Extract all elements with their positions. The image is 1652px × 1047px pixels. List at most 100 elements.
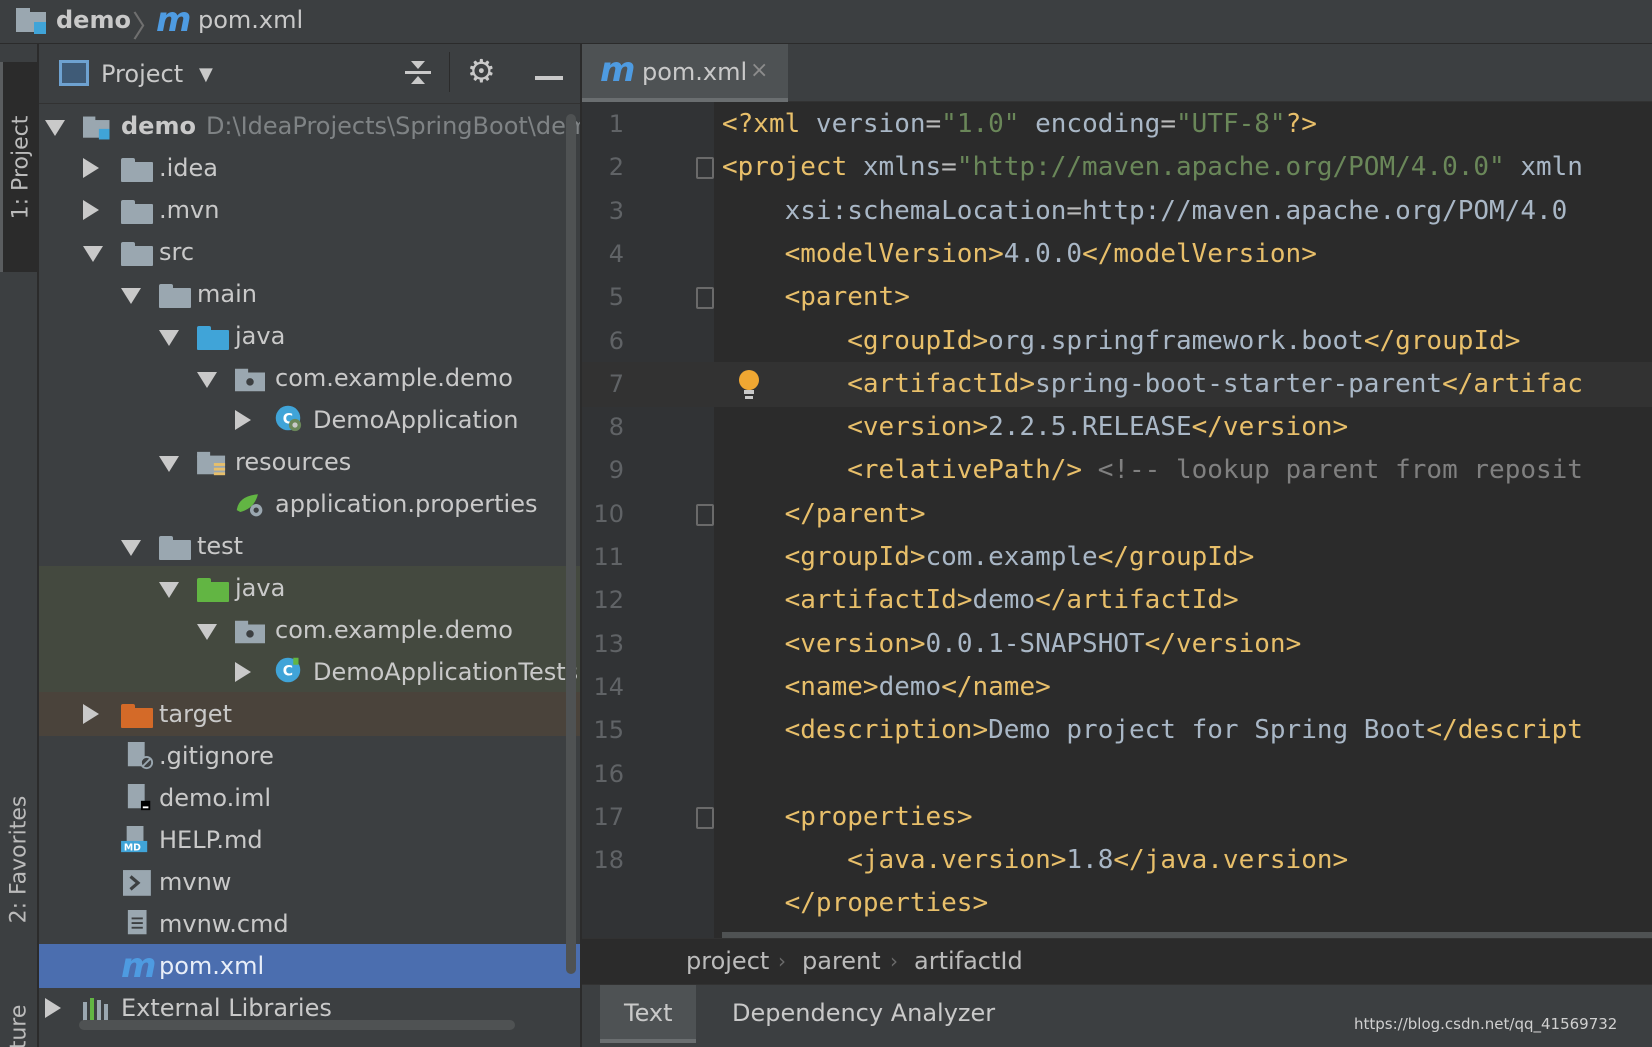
collapsed-arrow-icon[interactable]: [83, 704, 99, 724]
chevron-down-icon[interactable]: ▼: [199, 64, 213, 85]
expanded-arrow-icon[interactable]: [159, 456, 179, 472]
code-line[interactable]: 1 <?xml version="1.0" encoding="UTF-8"?>: [582, 102, 1652, 148]
tree-row-idea[interactable]: .idea: [39, 146, 580, 190]
tree-row-demo-application-tests[interactable]: C DemoApplicationTests: [39, 650, 580, 694]
project-view-title[interactable]: Project: [101, 60, 183, 88]
expanded-arrow-icon[interactable]: [159, 582, 179, 598]
code-line[interactable]: 8 <version>2.2.5.RELEASE</version>: [582, 405, 1652, 451]
breadcrumb-item[interactable]: artifactId: [914, 947, 1023, 975]
breadcrumb-separator-icon: ›: [890, 949, 898, 973]
code-line[interactable]: 14 <name>demo</name>: [582, 665, 1652, 711]
tab-dependency-analyzer[interactable]: Dependency Analyzer: [732, 999, 995, 1027]
tree-label: External Libraries: [121, 994, 332, 1022]
line-number: 7: [608, 369, 624, 398]
close-icon[interactable]: ×: [750, 58, 768, 83]
collapsed-arrow-icon[interactable]: [45, 998, 61, 1018]
tree-row-src[interactable]: src: [39, 230, 580, 274]
fold-marker-icon[interactable]: [696, 806, 714, 829]
tree-row-package-main[interactable]: com.example.demo: [39, 356, 580, 400]
code-line[interactable]: 16: [582, 752, 1652, 798]
nav-file-name[interactable]: pom.xml: [198, 6, 303, 34]
fold-marker-icon[interactable]: [696, 157, 714, 180]
expanded-arrow-icon[interactable]: [159, 330, 179, 346]
tab-text[interactable]: Text: [600, 985, 696, 1043]
project-tool-window: Project ▼ ⚙ demo D:\IdeaProjects\SpringBo…: [39, 44, 581, 1047]
tree-row-java-test[interactable]: java: [39, 566, 580, 610]
code-line[interactable]: 11 <groupId>com.example</groupId>: [582, 535, 1652, 581]
breadcrumb-item[interactable]: parent: [802, 947, 881, 975]
code-line[interactable]: 4 <modelVersion>4.0.0</modelVersion>: [582, 232, 1652, 278]
tree-row-test[interactable]: test: [39, 524, 580, 568]
code-line[interactable]: 9 <relativePath/> <!-- lookup parent fro…: [582, 448, 1652, 494]
svg-text:MD: MD: [124, 842, 141, 853]
code-text: <artifactId>demo</artifactId>: [784, 585, 1239, 616]
tree-vertical-scrollbar[interactable]: [566, 114, 576, 974]
expanded-arrow-icon[interactable]: [45, 120, 65, 136]
tree-row-demo[interactable]: demo D:\IdeaProjects\SpringBoot\dem: [39, 104, 580, 148]
code-text: <version>0.0.1-SNAPSHOT</version>: [784, 628, 1302, 659]
tool-tab-project[interactable]: 1: Project: [0, 62, 38, 272]
code-line[interactable]: 13 <version>0.0.1-SNAPSHOT</version>: [582, 622, 1652, 668]
code-line[interactable]: </properties>: [582, 881, 1652, 927]
breadcrumb-item[interactable]: project: [686, 947, 769, 975]
expanded-arrow-icon[interactable]: [83, 246, 103, 262]
tree-row-application-properties[interactable]: application.properties: [39, 482, 580, 526]
collapsed-arrow-icon[interactable]: [235, 662, 251, 682]
tree-row-pom-xml[interactable]: m pom.xml: [39, 944, 580, 988]
expanded-arrow-icon[interactable]: [197, 372, 217, 388]
code-line[interactable]: 15 <description>Demo project for Spring …: [582, 708, 1652, 754]
ignore-file-icon: [127, 742, 154, 770]
code-text: <?xml version="1.0" encoding="UTF-8"?>: [722, 109, 1317, 139]
folder-icon: [159, 536, 191, 560]
tool-tab-favorites[interactable]: 2: Favorites: [0, 744, 38, 974]
code-line[interactable]: 7 <artifactId>spring-boot-starter-parent…: [582, 361, 1652, 408]
line-number: 2: [608, 153, 624, 182]
spring-boot-class-icon: C: [275, 405, 302, 432]
collapsed-arrow-icon[interactable]: [83, 200, 99, 220]
minimize-icon[interactable]: [535, 76, 563, 80]
tree-row-resources[interactable]: resources: [39, 440, 580, 484]
code-line[interactable]: 10 </parent>: [582, 492, 1652, 538]
fold-marker-icon[interactable]: [696, 503, 714, 526]
collapsed-arrow-icon[interactable]: [83, 158, 99, 178]
expanded-arrow-icon[interactable]: [121, 540, 141, 556]
tree-row-help-md[interactable]: MD HELP.md: [39, 818, 580, 862]
code-line[interactable]: 18 <java.version>1.8</java.version>: [582, 838, 1652, 884]
tree-row-gitignore[interactable]: .gitignore: [39, 734, 580, 778]
code-line[interactable]: 6 <groupId>org.springframework.boot</gro…: [582, 319, 1652, 365]
code-editor[interactable]: 1 <?xml version="1.0" encoding="UTF-8"?> 2…: [582, 102, 1652, 944]
code-text: <modelVersion>4.0.0</modelVersion>: [784, 238, 1317, 269]
tree-row-mvn[interactable]: .mvn: [39, 188, 580, 232]
tree-row-mvnw-cmd[interactable]: mvnw.cmd: [39, 902, 580, 946]
code-text: <name>demo</name>: [784, 671, 1051, 702]
expanded-arrow-icon[interactable]: [121, 288, 141, 304]
expanded-arrow-icon[interactable]: [197, 624, 217, 640]
tree-row-demo-application[interactable]: C DemoApplication: [39, 398, 580, 442]
tree-row-mvnw[interactable]: mvnw: [39, 860, 580, 904]
collapse-all-icon[interactable]: [401, 56, 435, 90]
left-tool-stripe: 1: Project 2: Favorites ructure: [0, 44, 38, 1047]
code-text: </parent>: [784, 498, 926, 529]
tree-row-package-test[interactable]: com.example.demo: [39, 608, 580, 652]
line-number: 4: [608, 239, 624, 268]
editor-tab-pom-xml[interactable]: m pom.xml ×: [582, 44, 788, 102]
tree-label: resources: [235, 448, 352, 476]
line-number: 18: [593, 846, 624, 875]
code-line[interactable]: 17 <properties>: [582, 795, 1652, 841]
test-folder-icon: [197, 578, 229, 602]
tree-horizontal-scrollbar[interactable]: [79, 1020, 515, 1030]
tree-row-java-main[interactable]: java: [39, 314, 580, 358]
code-line[interactable]: 3 xsi:schemaLocation=http://maven.apache…: [582, 189, 1652, 235]
code-line[interactable]: 5 <parent>: [582, 275, 1652, 321]
tool-tab-structure[interactable]: ructure: [0, 994, 38, 1047]
code-line[interactable]: 12 <artifactId>demo</artifactId>: [582, 578, 1652, 624]
tree-row-target[interactable]: target: [39, 692, 580, 736]
tree-row-demo-iml[interactable]: demo.iml: [39, 776, 580, 820]
tree-row-main[interactable]: main: [39, 272, 580, 316]
fold-marker-icon[interactable]: [696, 287, 714, 310]
tree-label: DemoApplicationTests: [313, 658, 579, 686]
gear-icon[interactable]: ⚙: [467, 54, 496, 88]
collapsed-arrow-icon[interactable]: [235, 410, 251, 430]
code-line[interactable]: 2 <project xmlns="http://maven.apache.org…: [582, 145, 1652, 191]
nav-project-name[interactable]: demo: [56, 6, 131, 34]
